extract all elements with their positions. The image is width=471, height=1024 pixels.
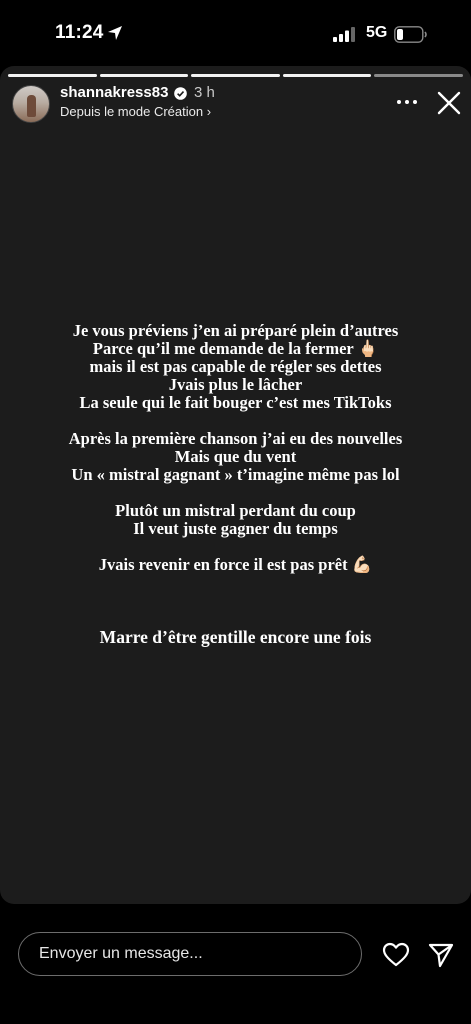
story-line: Mais que du vent bbox=[174, 447, 297, 466]
story-line: mais il est pas capable de régler ses de… bbox=[89, 357, 382, 376]
heart-icon[interactable] bbox=[382, 941, 410, 969]
verified-badge-icon bbox=[174, 87, 187, 100]
progress-segment bbox=[374, 74, 463, 77]
story-text: Je vous préviens j’en ai préparé plein d… bbox=[0, 321, 471, 647]
story-line: Un « mistral gagnant » t’imagine même pa… bbox=[71, 465, 400, 484]
message-input[interactable]: Envoyer un message... bbox=[18, 932, 362, 976]
message-placeholder: Envoyer un message... bbox=[39, 945, 203, 962]
more-options-icon[interactable] bbox=[395, 90, 419, 114]
status-bar: 11:24 5G bbox=[0, 0, 471, 62]
username[interactable]: shannakress83 bbox=[60, 84, 168, 101]
story-line: La seule qui le fait bouger c’est mes Ti… bbox=[79, 393, 392, 412]
story-line: Il veut juste gagner du temps bbox=[133, 519, 338, 538]
story-line: Parce qu’il me demande de la fermer 🖕🏻 bbox=[92, 339, 379, 358]
signal-icon bbox=[333, 27, 355, 42]
network-type: 5G bbox=[366, 24, 388, 41]
creation-mode-link[interactable]: Depuis le mode Création › bbox=[60, 104, 211, 119]
avatar[interactable] bbox=[12, 85, 50, 123]
story-line: Jvais plus le lâcher bbox=[168, 375, 303, 394]
story-line: Jvais revenir en force il est pas prêt 💪… bbox=[98, 555, 373, 574]
story-progress-bar bbox=[8, 74, 463, 77]
story-line: Plutôt un mistral perdant du coup bbox=[115, 501, 356, 520]
clock-time: 11:24 bbox=[55, 22, 104, 43]
story-line: Je vous préviens j’en ai préparé plein d… bbox=[72, 321, 399, 340]
battery-icon bbox=[394, 26, 427, 43]
story-line: Après la première chanson j’ai eu des no… bbox=[68, 429, 403, 448]
progress-segment bbox=[191, 74, 280, 77]
story-card[interactable]: shannakress83 3 h Depuis le mode Créatio… bbox=[0, 66, 471, 904]
avatar-figure bbox=[27, 95, 36, 117]
story-final-line: Marre d’être gentille encore une fois bbox=[99, 627, 372, 647]
close-icon[interactable] bbox=[436, 90, 462, 116]
progress-segment bbox=[8, 74, 97, 77]
post-time-ago: 3 h bbox=[194, 84, 215, 101]
progress-segment bbox=[282, 74, 372, 77]
send-icon[interactable] bbox=[427, 941, 455, 969]
location-arrow-icon bbox=[108, 26, 122, 40]
progress-segment bbox=[99, 74, 189, 77]
